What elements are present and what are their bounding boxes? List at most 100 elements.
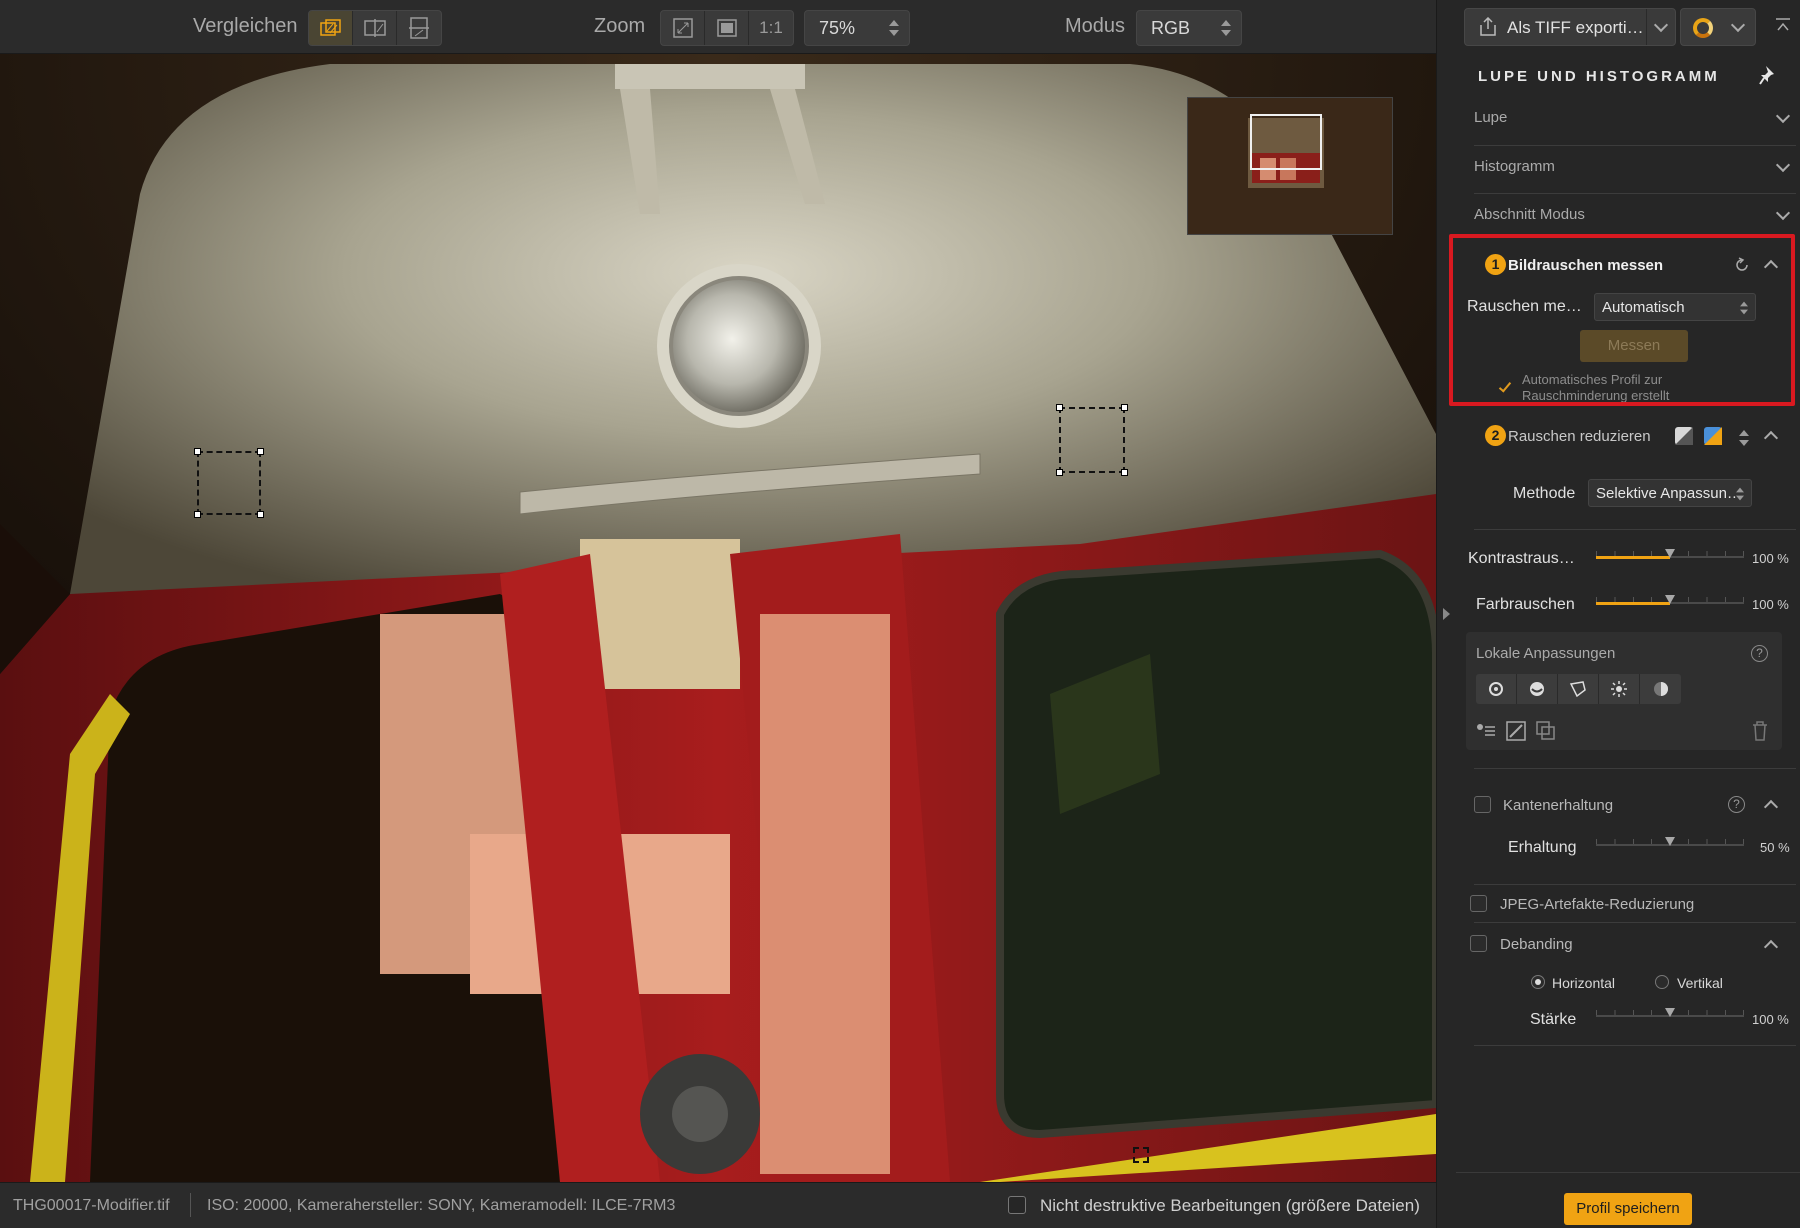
non-destructive-checkbox[interactable] [1008,1196,1026,1214]
debanding-checkbox[interactable] [1470,935,1487,952]
top-toolbar: Vergleichen Zoom 1:1 75% Modus RGB [0,0,1436,54]
section-histogramm-label: Histogramm [1474,158,1555,175]
section-lupe-label: Lupe [1474,109,1508,126]
slider-knob[interactable] [1665,595,1675,604]
polygon-tool-button[interactable] [1558,674,1599,704]
method-select[interactable]: Selektive Anpassun… [1588,479,1752,507]
zoom-1to1-button[interactable]: 1:1 [749,11,793,45]
gradient-tool-button[interactable] [1640,674,1681,704]
vertical-radio[interactable] [1655,975,1669,989]
color-noise-slider[interactable] [1596,593,1744,613]
compare-overlay-button[interactable] [309,11,353,45]
preservation-slider[interactable] [1596,835,1744,855]
noise-measure-label: Rauschen me… [1467,298,1582,315]
layer-list-icon[interactable] [1476,722,1496,740]
selection-handle[interactable] [1056,469,1063,476]
zoom-fill-button[interactable] [705,11,749,45]
mode-select[interactable]: RGB [1136,10,1242,46]
selection-handle[interactable] [194,448,201,455]
slider-fill [1596,602,1670,605]
color-mode-icon[interactable] [1703,426,1723,446]
contrast-noise-label: Kontrastraus… [1468,550,1575,567]
noise-sample-box[interactable] [1056,404,1128,476]
zoom-button-group: 1:1 [660,10,794,46]
zoom-select[interactable]: 75% [804,10,910,46]
help-icon[interactable]: ? [1751,645,1768,662]
updown-arrows-icon [1736,486,1744,502]
selection-handle[interactable] [1121,469,1128,476]
step-1-badge: 1 [1485,254,1506,275]
preservation-label: Erhaltung [1508,839,1577,856]
image-canvas[interactable] [0,54,1436,1182]
trash-icon[interactable] [1751,721,1769,741]
selection-handle[interactable] [1121,404,1128,411]
chevron-down-icon[interactable] [1653,17,1669,33]
duplicate-icon[interactable] [1536,721,1556,741]
reduce-noise-title: Rauschen reduzieren [1508,428,1651,445]
help-icon[interactable]: ? [1728,796,1745,813]
updown-arrows-icon[interactable] [1739,428,1749,448]
mask-invert-icon[interactable] [1506,721,1526,741]
zoom-value: 75% [819,18,856,38]
slider-knob[interactable] [1665,837,1675,846]
magic-wand-tool-button[interactable] [1599,674,1640,704]
mode-label: Modus [1065,15,1126,37]
right-panel: Als TIFF exporti… LUPE UND HISTOGRAMM Lu… [1456,0,1800,1228]
preservation-value: 50 % [1760,840,1790,855]
navigator-thumbnail[interactable] [1187,97,1393,235]
measure-noise-title: Bildrauschen messen [1508,257,1664,274]
horizontal-radio[interactable] [1531,975,1545,989]
divider [1474,1045,1796,1046]
method-value: Selektive Anpassun… [1596,485,1742,502]
edge-preservation-checkbox[interactable] [1474,796,1491,813]
contrast-noise-slider[interactable] [1596,547,1744,567]
eraser-icon [1530,682,1544,696]
export-tiff-button[interactable]: Als TIFF exporti… [1464,8,1676,46]
polygon-icon [1569,681,1586,697]
chevron-up-icon[interactable] [1763,430,1779,446]
selection-handle[interactable] [1056,404,1063,411]
chevron-up-icon[interactable] [1763,939,1779,955]
save-profile-button[interactable]: Profil speichern [1564,1193,1692,1225]
section-histogramm[interactable]: Histogramm [1474,150,1796,186]
strength-slider[interactable] [1596,1006,1744,1026]
compare-split-horizontal-button[interactable] [397,11,441,45]
auto-profile-note: Automatisches Profil zur Rauschminderung… [1522,372,1669,404]
compare-split-vertical-button[interactable] [353,11,397,45]
slider-fill [1596,556,1670,559]
divider [1646,9,1647,45]
chevron-up-icon[interactable] [1763,259,1779,275]
section-abschnitt-modus[interactable]: Abschnitt Modus [1474,198,1796,234]
zoom-fit-button[interactable] [661,11,705,45]
updown-arrows-icon [1221,18,1231,38]
step-2-badge: 2 [1485,425,1506,446]
divider [1474,529,1796,530]
noise-measure-select[interactable]: Automatisch [1594,293,1756,321]
navigator-viewport-frame[interactable] [1250,114,1322,170]
noise-sample-box[interactable] [1133,1147,1149,1163]
divider [1474,922,1796,923]
slider-knob[interactable] [1665,1008,1675,1017]
noise-sample-box[interactable] [194,448,264,518]
expand-arrow-icon [1443,608,1450,620]
chevron-down-icon [1775,108,1791,124]
noise-measure-value: Automatisch [1602,299,1685,316]
split-horizontal-icon [409,17,429,39]
mask-mode-icon[interactable] [1674,426,1694,446]
selection-handle[interactable] [257,511,264,518]
chevron-up-icon[interactable] [1763,799,1779,815]
eraser-tool-button[interactable] [1517,674,1558,704]
collapse-up-icon[interactable] [1776,18,1790,32]
selection-handle[interactable] [257,448,264,455]
section-lupe[interactable]: Lupe [1474,101,1796,137]
slider-knob[interactable] [1665,549,1675,558]
selection-handle[interactable] [194,511,201,518]
share-export-icon [1480,17,1496,36]
panel-collapse-handle[interactable] [1436,0,1456,1228]
brush-tool-button[interactable] [1476,674,1517,704]
pin-icon[interactable] [1758,64,1778,86]
reset-icon[interactable] [1734,257,1750,273]
plugin-menu-button[interactable] [1680,8,1756,46]
jpeg-artifact-checkbox[interactable] [1470,895,1487,912]
measure-button[interactable]: Messen [1580,330,1688,362]
